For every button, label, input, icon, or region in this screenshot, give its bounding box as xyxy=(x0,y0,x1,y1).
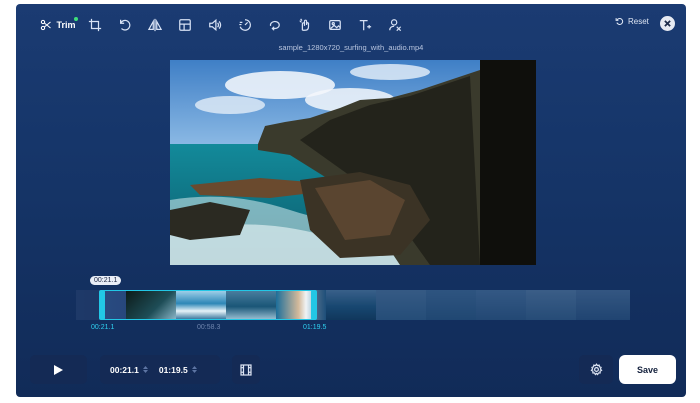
crop-icon xyxy=(88,18,102,32)
trim-editor-window: Trim Reset sample_1280x720_surfing_with_… xyxy=(16,4,686,397)
trimmed-region-right xyxy=(314,290,630,320)
film-strip-icon xyxy=(240,363,252,376)
speed-tool-button[interactable] xyxy=(230,14,260,36)
watermark-remove-icon xyxy=(389,19,402,32)
split-layout-icon xyxy=(179,19,191,31)
save-button[interactable]: Save xyxy=(619,355,676,384)
flip-icon xyxy=(148,18,162,32)
video-filename: sample_1280x720_surfing_with_audio.mp4 xyxy=(278,43,424,52)
trim-label: Trim xyxy=(56,20,76,30)
trim-end-handle[interactable] xyxy=(311,290,318,320)
gesture-tool-button[interactable] xyxy=(290,14,320,36)
rotate-icon xyxy=(120,19,131,31)
active-dot xyxy=(74,17,78,21)
selection-range xyxy=(102,290,315,320)
chevron-down-icon xyxy=(191,370,197,373)
close-button[interactable] xyxy=(660,16,675,31)
flip-tool-button[interactable] xyxy=(140,14,170,36)
chevron-down-icon xyxy=(142,370,148,373)
volume-icon xyxy=(209,18,222,32)
start-time-stepper[interactable] xyxy=(142,366,148,373)
playhead-time-badge: 00:21.1 xyxy=(90,276,122,285)
close-icon xyxy=(664,20,671,27)
loop-tool-button[interactable] xyxy=(260,14,290,36)
timeline-end-time: 01:19.5 xyxy=(303,324,327,331)
gesture-icon xyxy=(299,18,310,31)
image-tool-button[interactable] xyxy=(320,14,350,36)
reset-button[interactable]: Reset xyxy=(615,17,649,26)
rotate-tool-button[interactable] xyxy=(110,14,140,36)
timeline-mid-time: 00:58.3 xyxy=(197,324,221,331)
timeline-start-time: 00:21.1 xyxy=(91,324,115,331)
surf-coast-frame xyxy=(170,60,536,265)
chevron-up-icon xyxy=(191,366,197,369)
trim-tool-button[interactable]: Trim xyxy=(36,14,80,36)
reset-icon xyxy=(615,18,624,25)
speed-icon xyxy=(239,19,251,31)
audio-tool-button[interactable] xyxy=(200,14,230,36)
timeline-strip[interactable] xyxy=(76,290,630,320)
play-icon xyxy=(54,364,63,375)
end-time-field[interactable]: 01:19.5 xyxy=(159,365,188,375)
end-time-stepper[interactable] xyxy=(191,366,197,373)
scissors-icon xyxy=(41,19,52,31)
trim-start-handle[interactable] xyxy=(99,290,106,320)
settings-button[interactable] xyxy=(579,355,613,384)
split-frames-button[interactable] xyxy=(232,355,260,384)
play-button[interactable] xyxy=(30,355,87,384)
start-time-field[interactable]: 00:21.1 xyxy=(110,365,139,375)
gear-icon xyxy=(590,363,602,376)
text-icon xyxy=(359,20,372,31)
layout-tool-button[interactable] xyxy=(170,14,200,36)
chevron-up-icon xyxy=(142,366,148,369)
image-icon xyxy=(329,20,341,30)
text-tool-button[interactable] xyxy=(350,14,380,36)
crop-tool-button[interactable] xyxy=(80,14,110,36)
video-preview[interactable] xyxy=(170,60,536,265)
time-range-inputs: 00:21.1 01:19.5 xyxy=(100,355,220,384)
reset-label: Reset xyxy=(628,17,649,26)
watermark-tool-button[interactable] xyxy=(380,14,410,36)
toolbar: Trim xyxy=(36,14,410,36)
loop-icon xyxy=(269,20,280,31)
